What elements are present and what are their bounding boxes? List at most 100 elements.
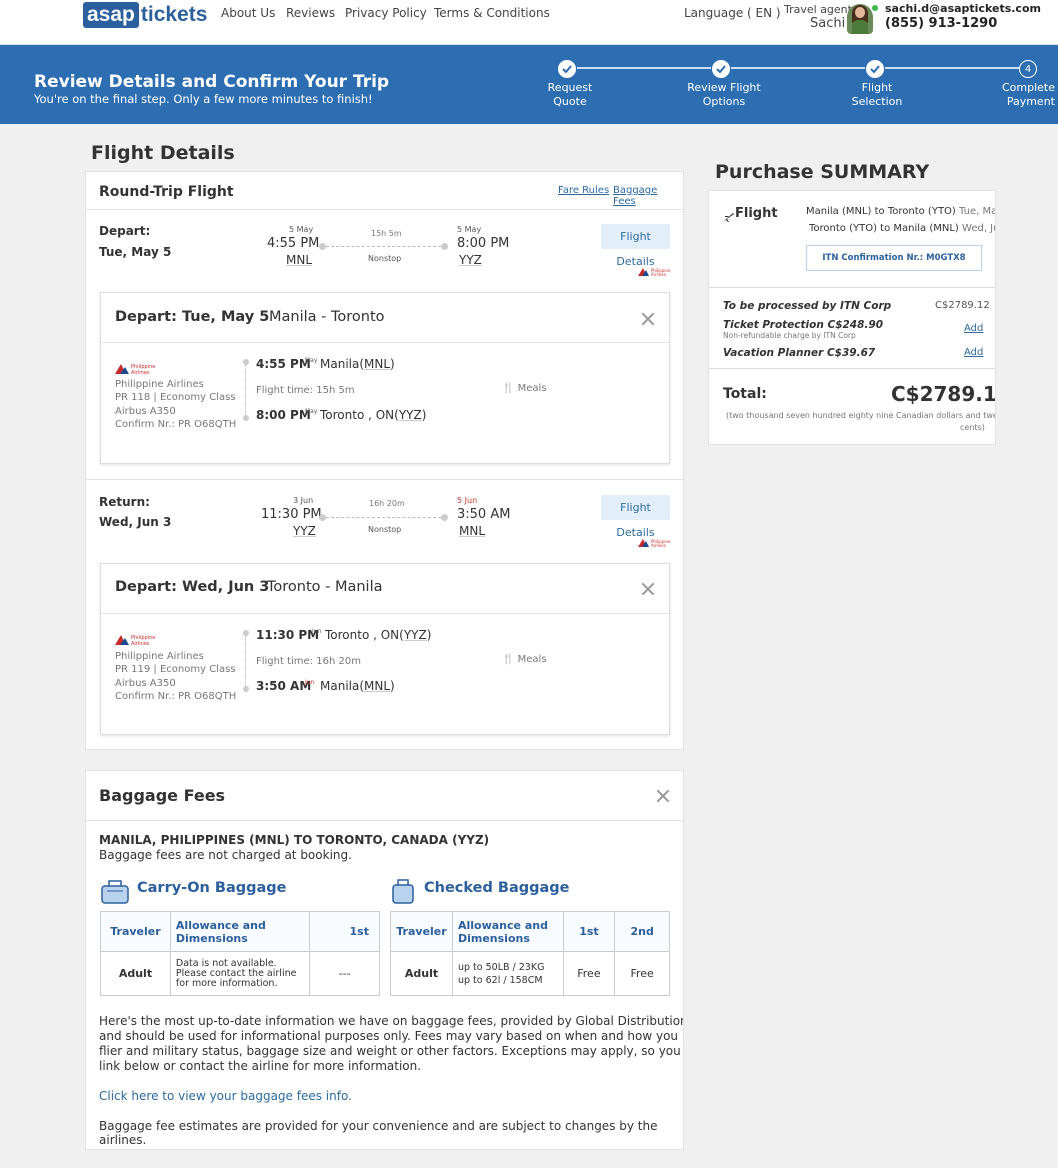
airline-logo-icon: Philippine Airlines [115,361,165,376]
close-icon[interactable] [656,789,670,803]
aircraft: Airbus A350 [115,406,176,417]
return-segment-card: Depart: Wed, Jun 3 Toronto - Manila Phil… [100,563,670,735]
baggage-footer-note: Baggage fee estimates are provided for y… [99,1119,658,1147]
ticket-protection-note: Non-refundable charge by ITN Corp [723,331,856,340]
duration: 16h 20m [369,499,405,508]
dep-airport-code: MNL [286,253,313,267]
seg-arr-time: 3:50 AM [256,679,312,693]
baggage-fees-link[interactable]: Baggage Fees [613,185,683,207]
nav-terms[interactable]: Terms & Conditions [434,6,550,20]
arr-date-small: 5 Jun [457,496,478,505]
return-label: Return: [99,495,150,509]
dep-time: 11:30 PM [261,507,322,522]
site-logo[interactable]: asap tickets [83,2,207,28]
baggage-fees-panel: Baggage Fees MANILA, PHILIPPINES (MNL) T… [85,770,684,1150]
seg-dep-place: Manila(MNL) [320,357,395,371]
itn-confirmation: ITN Confirmation Nr.: M0GTX8 [806,245,982,271]
agent-avatar [847,4,873,34]
col-traveler: Traveler [100,911,171,952]
nav-privacy-policy[interactable]: Privacy Policy [345,6,427,20]
depart-label: Depart: [99,224,151,238]
total-in-words: (two thousand seven hundred eighty nine … [726,411,996,420]
summary-heading: Purchase SUMMARY [715,161,930,183]
timeline-line [245,636,246,686]
cell-fee-2nd: Free [614,951,670,996]
seg-arr-place: Manila(MNL) [320,679,395,693]
flight-time: Flight time: 15h 5m [256,385,355,396]
depart-date: Tue, May 5 [99,245,172,259]
checked-title: Checked Baggage [424,880,570,896]
flight-details-panel: Round-Trip Flight Fare Rules Baggage Fee… [85,171,684,750]
baggage-fees-info-link[interactable]: Click here to view your baggage fees inf… [99,1089,352,1103]
language-selector[interactable]: Language ( EN ) [684,6,781,20]
route-end-dot [441,514,448,521]
nav-reviews[interactable]: Reviews [286,6,335,20]
confirm-number: Confirm Nr.: PR O68QTH [115,419,237,430]
banner-subtitle: You're on the final step. Only a few mor… [34,92,373,106]
airline-name: Philippine Airlines [115,651,204,662]
add-vacation-planner-link[interactable]: Add [964,347,983,358]
close-icon[interactable] [641,312,655,326]
step-2-check-icon [712,60,730,78]
svg-text:Airlines: Airlines [131,641,150,647]
step-4-number: 4 [1019,60,1037,78]
meals-icon: 🍴 [502,383,515,394]
outbound-segment-card: Depart: Tue, May 5 Manila - Toronto Phil… [100,292,670,464]
baggage-info-paragraph: Here's the most up-to-date information w… [99,1014,684,1073]
logo-text: tickets [140,3,208,26]
col-allowance: Allowance and Dimensions [451,911,564,952]
cell-fee-1st: --- [309,951,380,996]
col-1st: 1st [562,911,616,952]
flight-number: PR 119 | Economy Class [115,664,236,675]
route-line [326,517,441,518]
add-ticket-protection-link[interactable]: Add [964,323,983,334]
meals-info: 🍴 Meals [502,383,547,394]
trip-type: Round-Trip Flight [99,184,234,200]
divider [709,287,995,288]
close-icon[interactable] [641,582,655,596]
card-route: Toronto - Manila [267,579,383,595]
nav-about-us[interactable]: About Us [221,6,275,20]
total-amount: C$2789.12 [891,382,996,406]
airline-logo-icon: Philippine Airlines [638,533,684,548]
col-traveler: Traveler [390,911,453,952]
vacation-planner: Vacation Planner C$39.67 [723,347,876,359]
cell-traveler: Adult [390,951,453,996]
flight-details-button[interactable]: Flight Details [601,224,670,268]
divider [101,342,669,343]
seg-arr-place: Toronto , ON(YYZ) [320,408,427,422]
ticket-protection: Ticket Protection C$248.90 [723,319,884,331]
flight-number: PR 118 | Economy Class [115,392,236,403]
agent-email[interactable]: sachi.d@asaptickets.com [885,2,1041,15]
arr-time: 3:50 AM [457,507,511,522]
svg-text:Airlines: Airlines [651,272,666,277]
progress-banner: Review Details and Confirm Your Trip You… [0,45,1058,124]
timeline-dot [243,359,249,365]
cell-allowance: Data is not available. Please contact th… [169,951,311,996]
seg-arr-time: 8:00 PM [256,408,311,422]
arr-airport-code: YYZ [459,253,482,267]
timeline-dot [243,415,249,421]
duration: 15h 5m [371,229,402,238]
agent-phone[interactable]: (855) 913-1290 [885,16,997,31]
timeline-dot [243,686,249,692]
seg-dep-time: 11:30 PM [256,628,320,642]
step-4-label: Complete Payment [1001,81,1055,108]
flight-time: Flight time: 16h 20m [256,656,361,667]
meals-icon: 🍴 [502,654,515,665]
carry-on-bag-icon [99,877,131,905]
agent-name: Sachi [810,16,846,31]
fare-rules-link[interactable]: Fare Rules [558,185,609,196]
leg-2: Toronto (YTO) to Manila (MNL) Wed, Jun 3 [809,223,995,234]
seg-dep-time: 4:55 PM [256,357,311,371]
checked-bag-icon [389,877,417,905]
baggage-route: MANILA, PHILIPPINES (MNL) TO TORONTO, CA… [99,833,490,847]
cell-traveler: Adult [100,951,171,996]
route-start-dot [319,243,326,250]
airline-logo-icon: Philippine Airlines [638,262,684,277]
checked-table: Traveler Allowance and Dimensions 1st 2n… [390,911,670,996]
arr-time: 8:00 PM [457,236,510,251]
baggage-heading: Baggage Fees [99,786,226,805]
flight-details-button[interactable]: Flight Details [601,495,670,539]
divider [86,820,683,821]
